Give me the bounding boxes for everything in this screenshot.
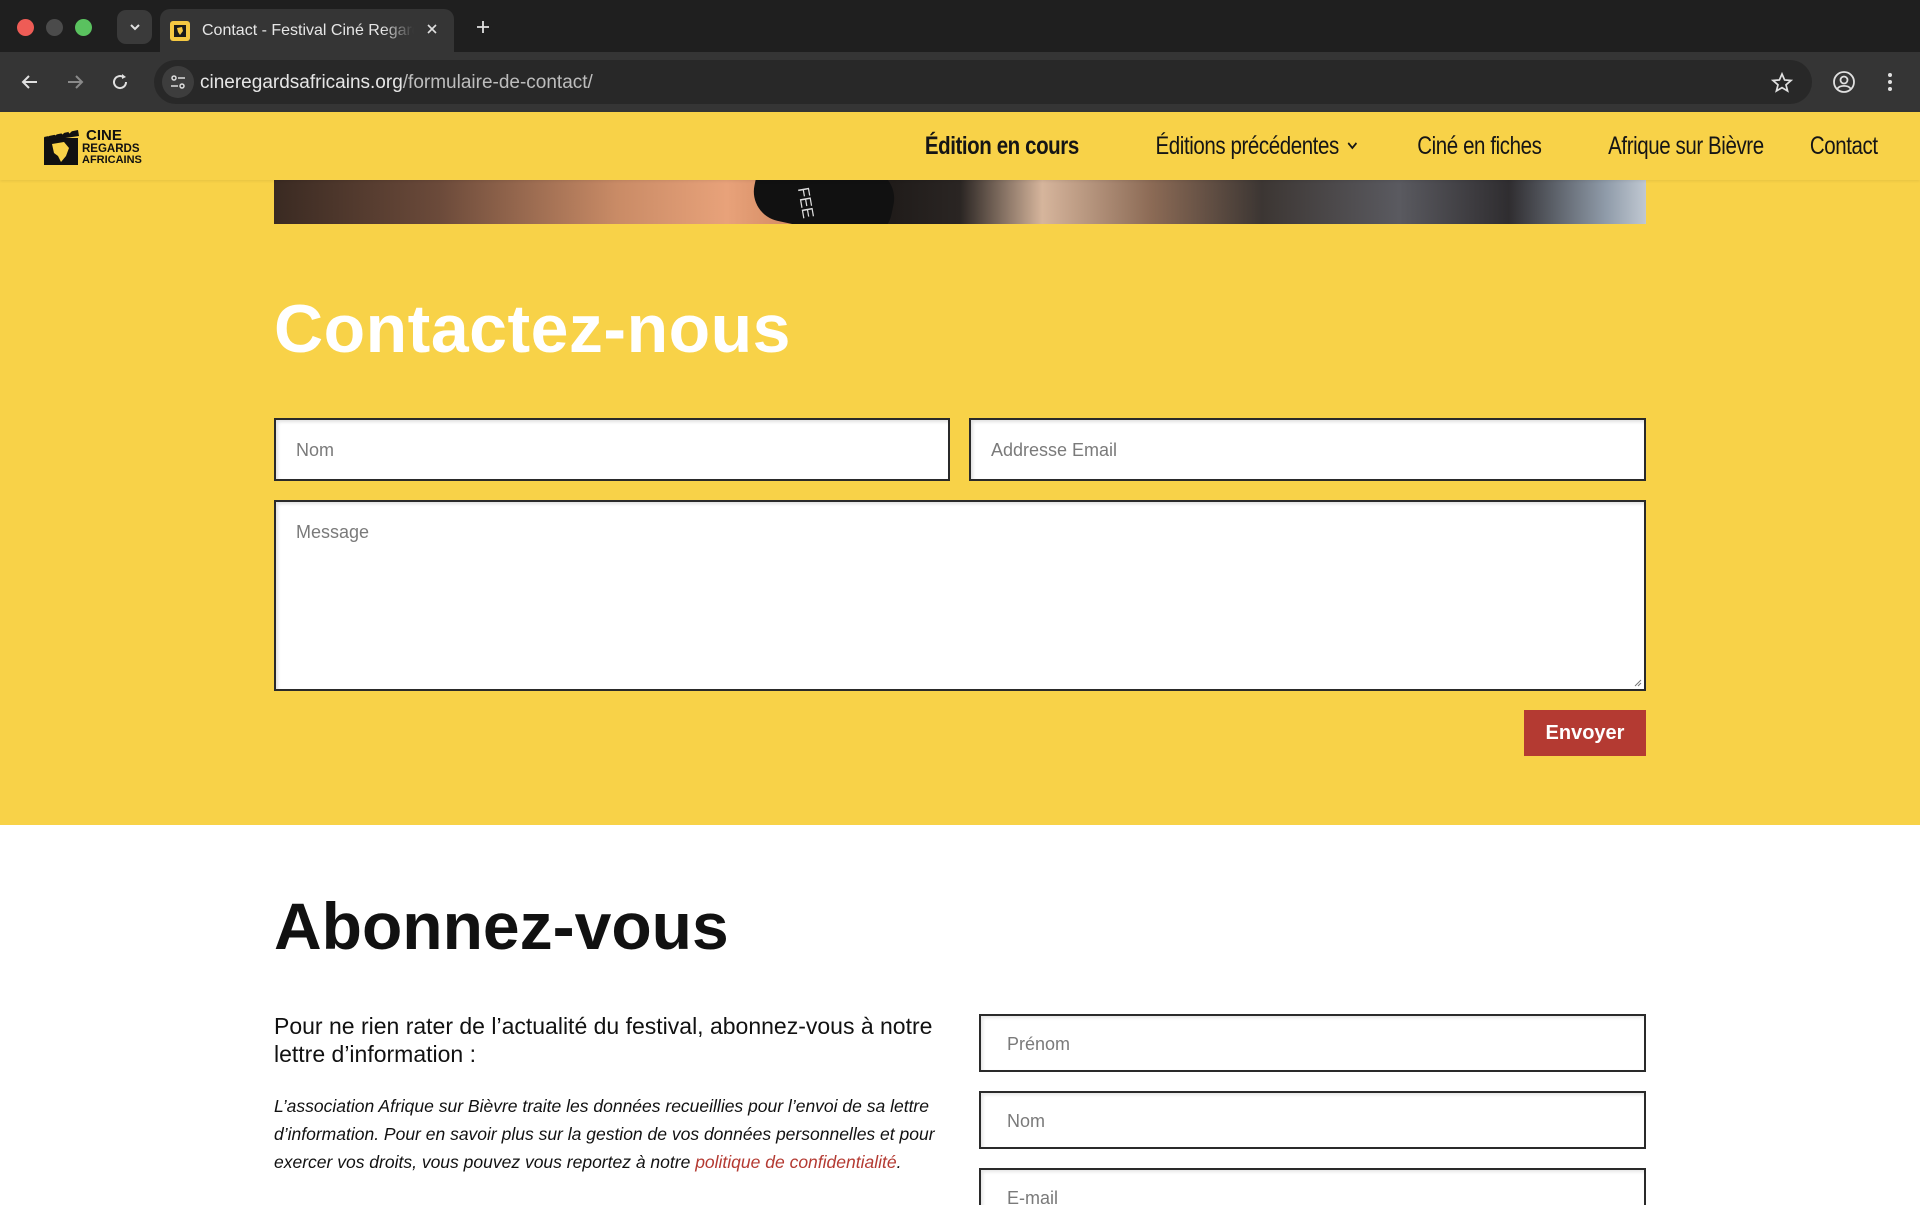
main-menu: Édition en cours Éditions précédentes Ci… bbox=[859, 112, 1879, 180]
name-placeholder: Nom bbox=[296, 440, 335, 460]
menu-item-label: Contact bbox=[1810, 131, 1878, 160]
subscribe-lastname-input[interactable]: Nom bbox=[979, 1091, 1646, 1149]
menu-item-label: Ciné en fiches bbox=[1417, 131, 1542, 160]
site-favicon-icon bbox=[170, 20, 190, 41]
close-window-button[interactable] bbox=[17, 19, 34, 36]
chevron-down-icon bbox=[129, 24, 140, 31]
subscribe-title: Abonnez-vous bbox=[274, 889, 729, 963]
subscribe-lead: Pour ne rien rater de l’actualité du fes… bbox=[274, 1013, 933, 1067]
menu-item-contact[interactable]: Contact bbox=[1810, 132, 1878, 161]
logo-line-1: CINE bbox=[86, 127, 122, 144]
site-settings-icon[interactable] bbox=[162, 66, 194, 98]
url-domain: cineregardsafricains.org bbox=[200, 72, 403, 93]
subscribe-email-input[interactable]: E-mail bbox=[979, 1168, 1646, 1205]
camera-lens-shape bbox=[748, 180, 900, 224]
new-tab-plus-icon[interactable] bbox=[470, 14, 496, 40]
minimize-window-button[interactable] bbox=[46, 19, 63, 36]
profile-icon[interactable] bbox=[1830, 68, 1858, 96]
contact-message-textarea[interactable]: Message bbox=[274, 500, 1646, 691]
browser-tabbar: Contact - Festival Ciné Regards Africain… bbox=[0, 0, 1920, 52]
maximize-window-button[interactable] bbox=[75, 19, 92, 36]
firstname-placeholder: Prénom bbox=[1007, 1034, 1071, 1054]
tab-close-icon[interactable] bbox=[422, 19, 442, 39]
menu-item-afrique-sur-bievre[interactable]: Afrique sur Bièvre bbox=[1608, 132, 1764, 161]
tab-title: Contact - Festival Ciné Regards Africain… bbox=[202, 21, 414, 39]
menu-item-label: Édition en cours bbox=[924, 131, 1079, 160]
more-menu-icon[interactable] bbox=[1876, 68, 1904, 96]
back-arrow-icon[interactable] bbox=[16, 68, 44, 96]
url-text: cineregardsafricains.org/formulaire-de-c… bbox=[200, 72, 593, 94]
site-header: CINE REGARDS AFRICAINS Édition en cours … bbox=[0, 112, 1920, 180]
subscribe-legal-text: L’association Afrique sur Bièvre traite … bbox=[274, 1092, 974, 1176]
browser-toolbar: cineregardsafricains.org/formulaire-de-c… bbox=[0, 52, 1920, 112]
subscribe-firstname-input[interactable]: Prénom bbox=[979, 1014, 1646, 1072]
chevron-down-icon bbox=[1347, 141, 1358, 151]
send-button[interactable]: Envoyer bbox=[1524, 710, 1646, 756]
forward-arrow-icon[interactable] bbox=[61, 68, 89, 96]
contact-email-input[interactable]: Addresse Email bbox=[969, 418, 1646, 481]
menu-item-label: Éditions précédentes bbox=[1155, 131, 1339, 160]
subscribe-email-placeholder: E-mail bbox=[1007, 1188, 1059, 1205]
email-placeholder: Addresse Email bbox=[991, 440, 1118, 460]
address-bar[interactable]: cineregardsafricains.org/formulaire-de-c… bbox=[154, 60, 1812, 104]
legal-end: . bbox=[896, 1152, 902, 1172]
browser-tab-active[interactable]: Contact - Festival Ciné Regards Africain… bbox=[160, 9, 454, 52]
lastname-placeholder: Nom bbox=[1007, 1111, 1046, 1131]
privacy-policy-link[interactable]: politique de confidentialité bbox=[695, 1152, 896, 1172]
resize-handle-icon[interactable] bbox=[1632, 677, 1642, 687]
contact-section: FEE Contactez-nous Nom Addresse Email Me… bbox=[0, 180, 1920, 825]
contact-title: Contactez-nous bbox=[274, 291, 791, 367]
bookmark-star-icon[interactable] bbox=[1770, 71, 1794, 95]
menu-item-editions-precedentes[interactable]: Éditions précédentes bbox=[1155, 132, 1358, 161]
contact-name-input[interactable]: Nom bbox=[274, 418, 950, 481]
url-path: /formulaire-de-contact/ bbox=[402, 72, 593, 93]
menu-item-edition-en-cours[interactable]: Édition en cours bbox=[925, 132, 1079, 161]
menu-item-cine-en-fiches[interactable]: Ciné en fiches bbox=[1417, 131, 1542, 161]
site-logo[interactable]: CINE REGARDS AFRICAINS bbox=[42, 126, 150, 166]
hero-image: FEE bbox=[274, 180, 1646, 224]
tab-search-button[interactable] bbox=[117, 10, 152, 44]
logo-line-3: AFRICAINS bbox=[82, 154, 142, 166]
message-placeholder: Message bbox=[296, 522, 370, 542]
menu-item-label: Afrique sur Bièvre bbox=[1607, 131, 1764, 160]
reload-icon[interactable] bbox=[106, 68, 134, 96]
